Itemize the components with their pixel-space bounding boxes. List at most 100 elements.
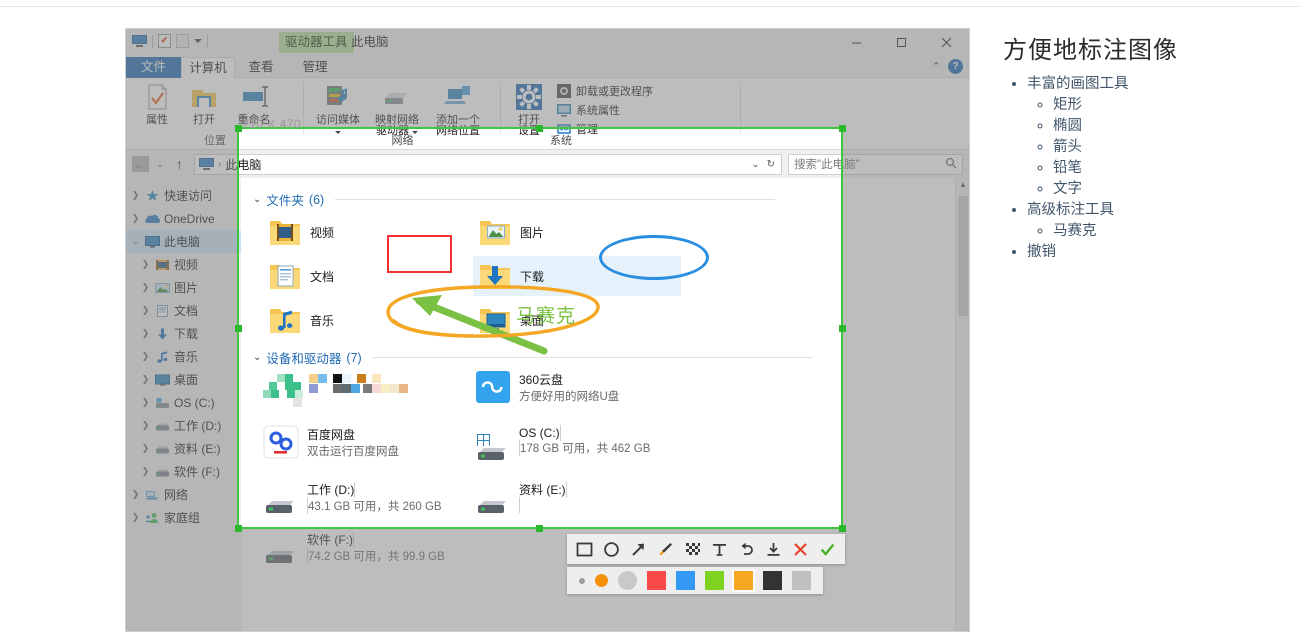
chevron-right-icon[interactable]: ❯ bbox=[140, 282, 151, 293]
sidebar-item-videos[interactable]: ❯ 视频 bbox=[126, 253, 241, 276]
scroll-up-icon[interactable]: ▲ bbox=[956, 178, 969, 192]
list-item[interactable]: 音乐 bbox=[263, 300, 473, 340]
drive-tools-context-tab[interactable]: 驱动器工具 bbox=[279, 32, 354, 53]
selection-handle-top-right[interactable] bbox=[839, 125, 846, 132]
minimize-button[interactable] bbox=[834, 29, 879, 55]
uninstall-button[interactable]: 卸载或更改程序 bbox=[556, 83, 653, 99]
chevron-right-icon[interactable]: ❯ bbox=[140, 374, 151, 385]
chevron-right-icon[interactable]: ❯ bbox=[140, 443, 151, 454]
chevron-right-icon[interactable]: ❯ bbox=[130, 512, 141, 523]
chevron-right-icon[interactable]: ❯ bbox=[140, 466, 151, 477]
selection-handle-top-center[interactable] bbox=[536, 125, 543, 132]
up-button[interactable]: ↑ bbox=[171, 156, 188, 172]
back-button[interactable]: ← bbox=[132, 156, 149, 172]
confirm-tool[interactable] bbox=[814, 536, 841, 563]
arrow-tool[interactable] bbox=[625, 536, 652, 563]
save-tool[interactable] bbox=[760, 536, 787, 563]
mosaic-tool[interactable] bbox=[679, 536, 706, 563]
list-item[interactable]: 360云盘 方便好用的网络U盘 bbox=[469, 370, 681, 416]
tab-computer[interactable]: 计算机 bbox=[181, 57, 235, 79]
chevron-right-icon[interactable]: ❯ bbox=[130, 489, 141, 500]
maximize-button[interactable] bbox=[879, 29, 924, 55]
folders-section-header[interactable]: ⌄ 文件夹 (6) bbox=[253, 190, 776, 209]
recent-locations-button[interactable]: ⌄ bbox=[155, 159, 165, 170]
address-dropdown-icon[interactable]: ⌄ bbox=[751, 159, 759, 170]
selection-handle-bottom-center[interactable] bbox=[536, 525, 543, 532]
drive-item[interactable]: 软件 (F:) 74.2 GB 可用，共 99.9 GB bbox=[257, 530, 469, 576]
chevron-right-icon[interactable]: ❯ bbox=[140, 328, 151, 339]
chevron-right-icon[interactable]: ❯ bbox=[140, 397, 151, 408]
size-large[interactable] bbox=[618, 571, 637, 590]
breadcrumb-this-pc[interactable]: 此电脑 bbox=[225, 156, 261, 173]
selection-handle-top-left[interactable] bbox=[235, 125, 242, 132]
open-settings-button[interactable]: 打开 设置 bbox=[509, 81, 549, 137]
selection-handle-middle-left[interactable] bbox=[235, 325, 242, 332]
sidebar-item-work-d[interactable]: ❯ 工作 (D:) bbox=[126, 414, 241, 437]
properties-button[interactable]: 属性 bbox=[134, 81, 180, 126]
scrollbar-thumb[interactable] bbox=[958, 196, 968, 316]
chevron-right-icon[interactable]: ❯ bbox=[140, 305, 151, 316]
properties-quick-icon[interactable] bbox=[158, 34, 171, 48]
color-red[interactable] bbox=[647, 571, 666, 590]
sidebar-item-downloads[interactable]: ❯ 下载 bbox=[126, 322, 241, 345]
chevron-down-icon[interactable] bbox=[194, 39, 202, 43]
sidebar-item-software-f[interactable]: ❯ 软件 (F:) bbox=[126, 460, 241, 483]
chevron-right-icon[interactable]: ❯ bbox=[130, 190, 141, 201]
open-button[interactable]: 打开 bbox=[181, 81, 227, 126]
sidebar-item-documents[interactable]: ❯ 文档 bbox=[126, 299, 241, 322]
sidebar-item-network[interactable]: ❯ 网络 bbox=[126, 483, 241, 506]
sidebar-item-quick-access[interactable]: ❯ 快速访问 bbox=[126, 184, 241, 207]
sidebar-item-this-pc[interactable]: ⌄ 此电脑 bbox=[126, 230, 241, 253]
chevron-right-icon[interactable]: ❯ bbox=[140, 351, 151, 362]
color-dark[interactable] bbox=[763, 571, 782, 590]
color-green[interactable] bbox=[705, 571, 724, 590]
drive-item[interactable]: 资料 (E:) bbox=[469, 480, 681, 526]
address-input[interactable]: › 此电脑 ⌄ ↻ bbox=[194, 153, 782, 175]
tab-file[interactable]: 文件 bbox=[126, 57, 181, 78]
refresh-icon[interactable]: ↻ bbox=[767, 159, 775, 170]
chevron-right-icon[interactable]: ❯ bbox=[130, 213, 141, 224]
sidebar-item-pictures[interactable]: ❯ 图片 bbox=[126, 276, 241, 299]
add-network-location-button[interactable]: 添加一个 网络位置 bbox=[428, 81, 488, 137]
color-orange[interactable] bbox=[732, 569, 755, 592]
search-input[interactable]: 搜索"此电脑" bbox=[788, 153, 963, 175]
sidebar-item-onedrive[interactable]: ❯ OneDrive bbox=[126, 207, 241, 230]
sidebar-item-homegroup[interactable]: ❯ 家庭组 bbox=[126, 506, 241, 529]
list-item-censored[interactable] bbox=[257, 370, 469, 416]
selection-handle-bottom-left[interactable] bbox=[235, 525, 242, 532]
size-small[interactable] bbox=[579, 577, 585, 584]
sidebar-item-os-c[interactable]: ❯ OS (C:) bbox=[126, 391, 241, 414]
color-gray[interactable] bbox=[792, 571, 811, 590]
undo-tool[interactable] bbox=[733, 536, 760, 563]
chevron-down-icon[interactable]: ⌄ bbox=[253, 194, 261, 205]
chevron-right-icon[interactable]: ❯ bbox=[140, 259, 151, 270]
tab-manage[interactable]: 管理 bbox=[289, 57, 341, 78]
chevron-right-icon[interactable]: ❯ bbox=[140, 420, 151, 431]
system-properties-button[interactable]: 系统属性 bbox=[556, 102, 620, 118]
chevron-down-icon[interactable]: ⌄ bbox=[253, 352, 261, 363]
new-folder-quick-icon[interactable] bbox=[176, 34, 189, 48]
vertical-scrollbar[interactable]: ▲ ▼ bbox=[955, 178, 969, 631]
selection-handle-bottom-right[interactable] bbox=[839, 525, 846, 532]
text-tool[interactable] bbox=[706, 536, 733, 563]
brush-tool[interactable] bbox=[652, 536, 679, 563]
this-pc-icon[interactable] bbox=[132, 35, 147, 47]
size-medium[interactable] bbox=[595, 574, 608, 587]
drive-item[interactable]: 工作 (D:) 43.1 GB 可用，共 260 GB bbox=[257, 480, 469, 526]
drive-item[interactable]: OS (C:) 178 GB 可用，共 462 GB bbox=[469, 425, 681, 471]
sidebar-item-data-e[interactable]: ❯ 资料 (E:) bbox=[126, 437, 241, 460]
sidebar-item-music[interactable]: ❯ 音乐 bbox=[126, 345, 241, 368]
close-button[interactable] bbox=[924, 29, 969, 55]
media-server-button[interactable]: 访问媒体 bbox=[310, 81, 366, 137]
list-item[interactable]: 桌面 bbox=[473, 300, 681, 340]
list-item[interactable]: 百度网盘 双击运行百度网盘 bbox=[257, 425, 469, 471]
chevron-up-icon[interactable]: ⌃ bbox=[932, 60, 941, 73]
rectangle-tool[interactable] bbox=[571, 536, 598, 563]
ellipse-tool[interactable] bbox=[598, 536, 625, 563]
map-network-drive-button[interactable]: 映射网络 驱动器 bbox=[368, 81, 426, 137]
color-blue[interactable] bbox=[676, 571, 695, 590]
devices-section-header[interactable]: ⌄ 设备和驱动器 (7) bbox=[253, 348, 813, 367]
help-icon[interactable]: ? bbox=[948, 59, 963, 74]
selection-handle-middle-right[interactable] bbox=[839, 325, 846, 332]
chevron-down-icon[interactable]: ⌄ bbox=[130, 236, 141, 247]
